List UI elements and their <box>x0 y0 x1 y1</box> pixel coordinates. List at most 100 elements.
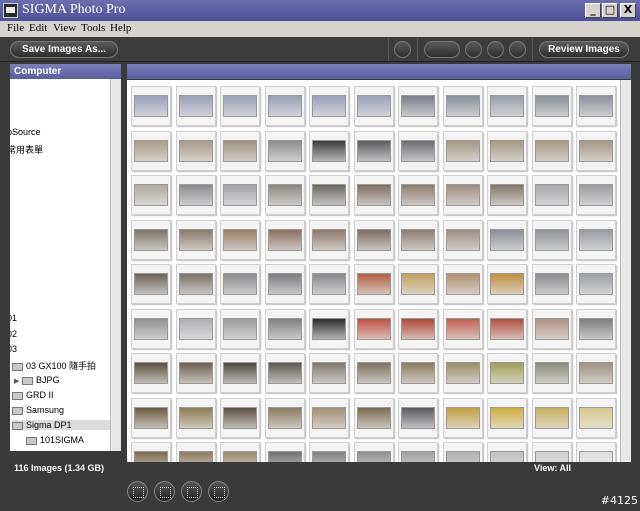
thumbnail[interactable] <box>576 175 616 215</box>
tree-item[interactable]: Sigma DP1 <box>12 420 110 430</box>
thumbnail[interactable] <box>220 264 260 304</box>
thumbnail[interactable] <box>220 220 260 260</box>
thumbnail[interactable] <box>309 442 349 462</box>
thumbnail[interactable] <box>131 220 171 260</box>
thumbnail[interactable] <box>265 86 305 126</box>
review-images-button[interactable]: Review Images <box>539 41 629 58</box>
folder-tree[interactable]: pSource 常用表單 01 02 03 03 GX100 隨手拍 ▶ BJPG GRD II… <box>10 79 110 451</box>
thumbnail[interactable] <box>532 220 572 260</box>
thumbnail[interactable] <box>309 353 349 393</box>
thumbnail[interactable] <box>265 131 305 171</box>
single-view-icon[interactable] <box>181 481 202 502</box>
grid-scrollbar[interactable] <box>620 80 631 462</box>
app-icon[interactable] <box>3 3 18 18</box>
info-icon[interactable] <box>394 41 411 58</box>
thumbnail[interactable] <box>576 131 616 171</box>
thumbnail[interactable] <box>265 175 305 215</box>
thumbnail[interactable] <box>176 220 216 260</box>
thumbnail[interactable] <box>576 264 616 304</box>
thumbnail[interactable] <box>532 442 572 462</box>
thumbnail[interactable] <box>220 309 260 349</box>
menu-tools[interactable]: Tools <box>81 22 105 34</box>
thumbnail[interactable] <box>576 220 616 260</box>
tree-item[interactable]: 01 <box>10 313 17 323</box>
tree-item[interactable]: 03 GX100 隨手拍 <box>12 359 96 372</box>
minimize-button[interactable]: _ <box>585 3 601 18</box>
grid-view-large-icon[interactable] <box>154 481 175 502</box>
menu-edit[interactable]: Edit <box>29 22 47 34</box>
maximize-button[interactable]: □ <box>602 3 618 18</box>
thumbnail[interactable] <box>354 175 394 215</box>
thumbnail[interactable] <box>309 264 349 304</box>
thumbnail[interactable] <box>398 309 438 349</box>
thumbnail[interactable] <box>443 86 483 126</box>
thumbnail[interactable] <box>398 264 438 304</box>
thumbnail[interactable] <box>487 398 527 438</box>
thumbnail[interactable] <box>265 264 305 304</box>
thumbnail[interactable] <box>487 220 527 260</box>
thumbnail[interactable] <box>354 220 394 260</box>
thumbnail[interactable] <box>532 309 572 349</box>
thumbnail[interactable] <box>265 220 305 260</box>
thumbnail[interactable] <box>265 353 305 393</box>
thumbnail[interactable] <box>443 442 483 462</box>
thumbnail[interactable] <box>354 353 394 393</box>
tree-item[interactable]: 02 <box>10 329 17 339</box>
thumbnail[interactable] <box>398 131 438 171</box>
tree-item[interactable]: ▶ BJPG <box>14 375 60 385</box>
thumbnail[interactable] <box>532 398 572 438</box>
thumbnail[interactable] <box>532 353 572 393</box>
thumbnail[interactable] <box>398 86 438 126</box>
thumbnail[interactable] <box>487 86 527 126</box>
tree-item[interactable]: 101SIGMA <box>26 435 84 445</box>
thumbnail[interactable] <box>532 86 572 126</box>
thumbnail[interactable] <box>265 442 305 462</box>
expand-arrow-icon[interactable]: ▶ <box>14 377 22 385</box>
tree-item[interactable]: Samsung <box>12 405 64 415</box>
thumbnail[interactable] <box>131 131 171 171</box>
thumbnail[interactable] <box>309 86 349 126</box>
thumbnail[interactable] <box>309 175 349 215</box>
thumbnail[interactable] <box>220 86 260 126</box>
thumbnail[interactable] <box>532 131 572 171</box>
thumbnail[interactable] <box>176 398 216 438</box>
thumbnail[interactable] <box>131 442 171 462</box>
thumbnail[interactable] <box>131 309 171 349</box>
thumbnail[interactable] <box>576 309 616 349</box>
thumbnail[interactable] <box>443 131 483 171</box>
grid-view-small-icon[interactable] <box>127 481 148 502</box>
menu-file[interactable]: File <box>7 22 24 34</box>
thumbnail[interactable] <box>131 175 171 215</box>
thumbnail-grid[interactable] <box>127 80 620 462</box>
thumbnail[interactable] <box>443 175 483 215</box>
title-bar[interactable]: SIGMA Photo Pro _ □ X <box>0 0 640 21</box>
thumbnail[interactable] <box>220 398 260 438</box>
thumbnail[interactable] <box>398 175 438 215</box>
thumbnail[interactable] <box>309 398 349 438</box>
thumbnail[interactable] <box>354 86 394 126</box>
thumbnail[interactable] <box>265 309 305 349</box>
thumbnail[interactable] <box>443 220 483 260</box>
thumbnail[interactable] <box>398 398 438 438</box>
compare-view-icon[interactable] <box>208 481 229 502</box>
thumbnail[interactable] <box>576 353 616 393</box>
menu-view[interactable]: View <box>53 22 76 34</box>
close-button[interactable]: X <box>620 3 636 18</box>
thumbnail[interactable] <box>176 309 216 349</box>
thumbnail[interactable] <box>131 353 171 393</box>
thumbnail[interactable] <box>354 398 394 438</box>
thumbnail[interactable] <box>176 442 216 462</box>
thumbnail[interactable] <box>532 175 572 215</box>
thumbnail[interactable] <box>220 442 260 462</box>
tree-scrollbar[interactable] <box>110 79 121 451</box>
thumbnail[interactable] <box>487 131 527 171</box>
rotate-icon[interactable] <box>465 41 482 58</box>
thumbnail[interactable] <box>131 86 171 126</box>
thumbnail[interactable] <box>532 264 572 304</box>
delete-icon[interactable] <box>509 41 526 58</box>
thumbnail[interactable] <box>220 353 260 393</box>
thumbnail[interactable] <box>443 353 483 393</box>
thumbnail[interactable] <box>131 264 171 304</box>
thumbnail[interactable] <box>176 175 216 215</box>
thumbnail[interactable] <box>443 309 483 349</box>
